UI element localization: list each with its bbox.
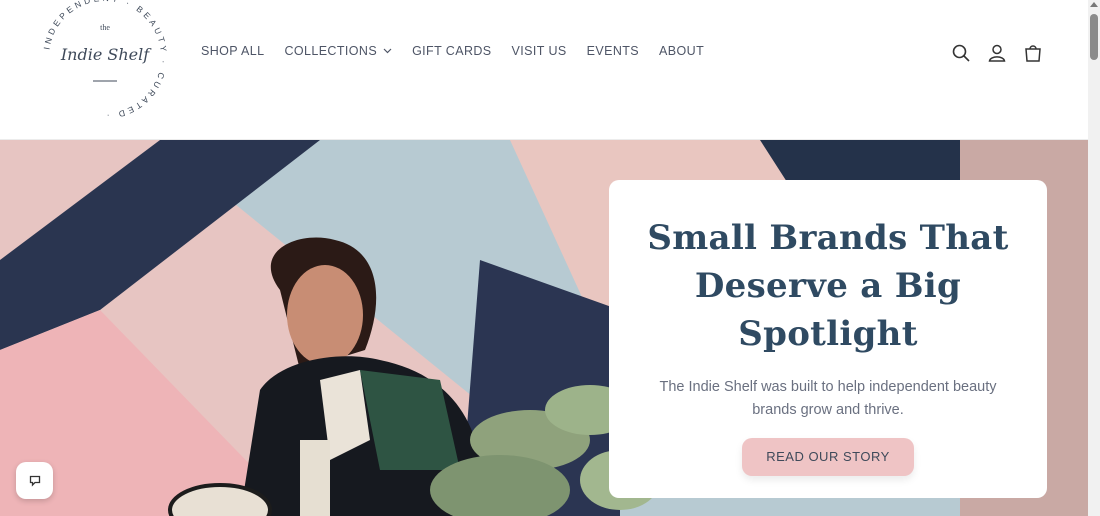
nav-collections[interactable]: COLLECTIONS xyxy=(284,44,392,58)
scroll-up-icon[interactable] xyxy=(1090,2,1098,7)
search-icon[interactable] xyxy=(950,42,972,64)
nav-shop-all[interactable]: SHOP ALL xyxy=(201,44,264,58)
account-icon[interactable] xyxy=(986,42,1008,64)
read-our-story-button[interactable]: READ OUR STORY xyxy=(742,438,914,476)
chat-icon xyxy=(29,475,40,487)
logo[interactable]: INDEPENDENT · BEAUTY · CURATED · the Ind… xyxy=(38,0,172,124)
logo-small-text: the xyxy=(100,23,110,32)
scrollbar[interactable] xyxy=(1088,0,1100,516)
hero-title: Small Brands That Deserve a Big Spotligh… xyxy=(647,218,1009,354)
nav-events[interactable]: EVENTS xyxy=(587,44,639,58)
cart-icon[interactable] xyxy=(1022,42,1044,64)
nav-gift-cards[interactable]: GIFT CARDS xyxy=(412,44,491,58)
nav-visit-us[interactable]: VISIT US xyxy=(512,44,567,58)
chevron-down-icon xyxy=(383,46,392,57)
scroll-thumb[interactable] xyxy=(1090,14,1098,60)
header-icons xyxy=(950,42,1044,64)
hero-card: Small Brands That Deserve a Big Spotligh… xyxy=(609,180,1047,498)
chat-button[interactable] xyxy=(16,462,53,499)
hero-subtitle: The Indie Shelf was built to help indepe… xyxy=(659,379,997,418)
site-header: INDEPENDENT · BEAUTY · CURATED · the Ind… xyxy=(0,0,1088,140)
logo-main-text: Indie Shelf xyxy=(60,45,152,64)
main-nav: SHOP ALL COLLECTIONS GIFT CARDS VISIT US… xyxy=(201,44,724,58)
nav-about[interactable]: ABOUT xyxy=(659,44,704,58)
nav-collections-label: COLLECTIONS xyxy=(284,44,378,58)
